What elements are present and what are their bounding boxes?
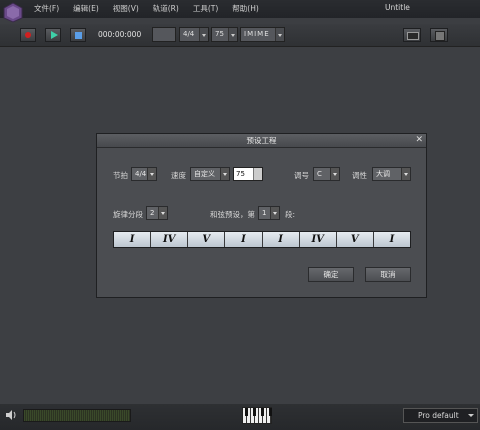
speed-mode-value: 自定义 [194,170,215,178]
chord-cell[interactable]: I [373,232,410,247]
menu-track[interactable]: 轨道(R) [153,3,179,14]
chord-cell[interactable]: V [336,232,374,247]
spinner-arrows-icon[interactable] [253,168,262,180]
chevron-down-icon [270,207,279,219]
speed-mode-combo[interactable]: 自定义 [190,167,230,181]
chevron-down-icon [468,414,474,417]
chord-segment-value: 1 [262,209,267,217]
chord-suffix-label: 段: [285,210,296,219]
menu-view[interactable]: 视图(V) [113,3,139,14]
save-button[interactable] [430,28,448,42]
chevron-down-icon [199,28,208,41]
speed-label: 速度 [171,171,186,180]
speed-spinner[interactable]: 75 [233,167,263,181]
menu-tools[interactable]: 工具(T) [193,3,218,14]
blank-combo[interactable] [152,27,176,42]
preset-value: Pro default [418,411,459,420]
ok-button[interactable]: 确定 [308,267,354,282]
chord-cell[interactable]: I [225,232,263,247]
menu-edit[interactable]: 编辑(E) [73,3,99,14]
chevron-down-icon [147,168,156,180]
mode-value-dialog: 大调 [376,170,390,178]
volume-icon[interactable] [6,410,18,420]
key-label: 调号 [294,171,309,180]
piano-keyboard-icon[interactable] [242,407,272,424]
chevron-down-icon [330,168,339,180]
mode-value: IMIME [244,30,270,38]
mode-combo-dialog[interactable]: 大调 [372,167,411,181]
dialog-title-bar: 预设工程 ✕ [97,134,426,148]
segment-label: 旋律分段 [113,210,143,219]
app-logo-icon[interactable] [2,1,24,23]
chevron-down-icon [220,168,229,180]
chord-preset-label: 和弦预设，第 [210,210,255,219]
time-display: 000:00:000 [98,30,142,39]
chord-cell[interactable]: I [114,232,152,247]
tempo-value: 75 [215,30,224,38]
key-value: C [317,170,322,178]
key-combo[interactable]: C [313,167,340,181]
stop-button[interactable] [70,28,86,42]
chord-strip: I IV V I I IV V I [113,231,411,248]
play-button[interactable] [45,28,61,42]
segment-combo[interactable]: 2 [146,206,168,220]
title-bar: 文件(F) 编辑(E) 视图(V) 轨道(R) 工具(T) 帮助(H) Unti… [0,0,480,23]
mode-label: 调性 [352,171,367,180]
chord-cell[interactable]: V [188,232,226,247]
chevron-down-icon [158,207,167,219]
meter-value: 4/4 [183,30,195,38]
chord-cell[interactable]: IV [299,232,337,247]
chord-cell[interactable]: I [262,232,300,247]
chevron-down-icon [275,28,284,41]
volume-meter[interactable] [23,409,131,422]
dialog-title: 预设工程 [246,136,277,145]
menu-bar: 文件(F) 编辑(E) 视图(V) 轨道(R) 工具(T) 帮助(H) [34,3,273,14]
chord-segment-combo[interactable]: 1 [258,206,280,220]
cancel-button[interactable]: 取消 [365,267,411,282]
speed-value: 75 [236,170,245,178]
beat-label: 节拍 [113,171,128,180]
chord-cell[interactable]: IV [151,232,189,247]
tempo-combo[interactable]: 75 [211,27,238,42]
open-folder-button[interactable] [403,28,421,42]
record-button[interactable] [20,28,36,42]
preset-select[interactable]: Pro default [403,408,478,423]
menu-help[interactable]: 帮助(H) [232,3,259,14]
meter-combo[interactable]: 4/4 [179,27,209,42]
beat-value: 4/4 [135,170,147,178]
chevron-down-icon [228,28,237,41]
close-icon[interactable]: ✕ [415,134,423,147]
status-bar: Pro default [0,404,480,430]
segment-value: 2 [150,209,155,217]
chevron-down-icon [401,168,410,180]
mode-combo[interactable]: IMIME [240,27,285,42]
beat-combo[interactable]: 4/4 [131,167,157,181]
menu-file[interactable]: 文件(F) [34,3,59,14]
window-title: Untitle [385,3,410,12]
